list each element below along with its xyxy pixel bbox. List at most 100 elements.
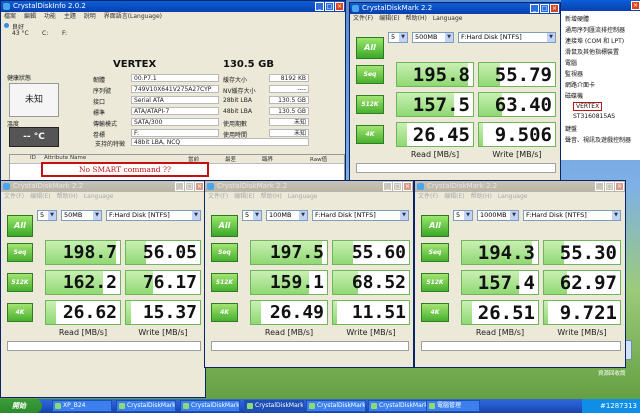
maximize-icon[interactable]: □: [393, 182, 402, 191]
device-tree-item[interactable]: 新增硬體: [565, 14, 589, 23]
menu-edit[interactable]: 编辑(E): [30, 193, 50, 200]
test-button-2[interactable]: 4K: [421, 303, 449, 322]
menu-edit[interactable]: 编辑(E): [444, 193, 464, 200]
minimize-icon[interactable]: _: [530, 4, 539, 13]
device-tree-item[interactable]: 監視器: [565, 69, 583, 78]
close-icon[interactable]: ×: [335, 2, 344, 11]
drive-select[interactable]: F:Hard Disk [NTFS] ▼: [312, 210, 409, 221]
taskbar-item[interactable]: CrystalDiskMark 2.2: [116, 400, 176, 412]
drive-select[interactable]: F:Hard Disk [NTFS] ▼: [523, 210, 621, 221]
device-tree-item[interactable]: 網路介面卡: [565, 80, 595, 89]
device-tree-item[interactable]: 通用序列匯流排控制器: [565, 25, 625, 34]
minimize-icon[interactable]: _: [383, 182, 392, 191]
column-header[interactable]: Raw值: [310, 155, 327, 163]
minimize-icon[interactable]: _: [175, 182, 184, 191]
menu-language[interactable]: 界面語言(Language): [104, 13, 162, 20]
start-button[interactable]: 開始: [0, 399, 42, 413]
device-tree-item[interactable]: 聲音、視訊及遊戲控制器: [565, 135, 631, 144]
menu-file[interactable]: 文件(F): [418, 193, 438, 200]
field-label: 接口: [93, 99, 106, 106]
all-button[interactable]: All: [211, 215, 238, 237]
taskbar-item[interactable]: CrystalDiskMark 2.2: [180, 400, 240, 412]
menu-edit[interactable]: 編輯: [24, 13, 36, 20]
taskbar-item[interactable]: XP_B24: [52, 400, 112, 412]
menu-theme[interactable]: 主題: [64, 13, 76, 20]
test-button-2[interactable]: 4K: [211, 303, 238, 322]
menu-language[interactable]: Language: [433, 15, 463, 22]
device-tree-item[interactable]: 滑鼠及其他指標裝置: [565, 47, 619, 56]
test-button-1[interactable]: 512K: [356, 95, 384, 114]
device-tree-item[interactable]: VERTEX: [573, 102, 603, 111]
device-tree-item[interactable]: ST3160815AS: [573, 113, 615, 120]
menu-file[interactable]: 檔案: [4, 13, 16, 20]
read-value: 195.8: [412, 63, 470, 86]
all-button[interactable]: All: [7, 215, 33, 237]
size-select[interactable]: 100MB ▼: [266, 210, 308, 221]
chevron-down-icon: ▼: [445, 33, 453, 42]
write-value: 55.60: [351, 242, 406, 263]
test-button-0[interactable]: Seq: [356, 65, 384, 84]
menu-file[interactable]: 文件(F): [353, 15, 373, 22]
close-icon[interactable]: ×: [195, 182, 204, 191]
all-button[interactable]: All: [356, 37, 384, 59]
read-value: 197.5: [269, 242, 324, 263]
menu-language[interactable]: Language: [84, 193, 114, 200]
device-tree-item[interactable]: 電腦: [565, 58, 577, 67]
device-tree-item[interactable]: 鍵盤: [565, 124, 577, 133]
taskbar-item[interactable]: CrystalDiskMark 2.2: [368, 400, 428, 412]
maximize-icon[interactable]: □: [325, 2, 334, 11]
test-button-0[interactable]: Seq: [211, 243, 238, 262]
test-button-2[interactable]: 4K: [356, 125, 384, 144]
menu-language[interactable]: Language: [498, 193, 528, 200]
column-header[interactable]: Attribute Name: [44, 155, 86, 161]
size-select[interactable]: 1000MB ▼: [477, 210, 519, 221]
close-icon[interactable]: ×: [403, 182, 412, 191]
drive-tab[interactable]: 良好 43 °C C: F:: [4, 23, 74, 45]
menu-edit[interactable]: 编辑(E): [234, 193, 254, 200]
test-button-1[interactable]: 512K: [211, 273, 238, 292]
count-select[interactable]: 5 ▼: [388, 32, 408, 43]
column-header[interactable]: 臨界: [262, 155, 273, 163]
column-header[interactable]: 最差: [225, 155, 236, 163]
minimize-icon[interactable]: _: [595, 182, 604, 191]
temp-value: -- °C: [23, 132, 45, 142]
menu-help[interactable]: 說明: [84, 13, 96, 20]
taskbar-item[interactable]: CrystalDiskMark 2.2: [306, 400, 366, 412]
device-tree-item[interactable]: 磁碟機: [565, 91, 583, 100]
count-select[interactable]: 5 ▼: [37, 210, 57, 221]
menu-edit[interactable]: 编辑(E): [379, 15, 399, 22]
close-icon[interactable]: ×: [631, 1, 640, 10]
menu-help[interactable]: 帮助(H): [471, 193, 492, 200]
close-icon[interactable]: ×: [615, 182, 624, 191]
menu-help[interactable]: 帮助(H): [406, 15, 427, 22]
maximize-icon[interactable]: □: [605, 182, 614, 191]
test-button-1[interactable]: 512K: [7, 273, 33, 292]
count-select[interactable]: 5 ▼: [242, 210, 262, 221]
menu-function[interactable]: 功能: [44, 13, 56, 20]
maximize-icon[interactable]: □: [540, 4, 549, 13]
all-button[interactable]: All: [421, 215, 449, 237]
minimize-icon[interactable]: _: [315, 2, 324, 11]
menu-help[interactable]: 帮助(H): [261, 193, 282, 200]
drive-select[interactable]: F:Hard Disk [NTFS] ▼: [106, 210, 201, 221]
maximize-icon[interactable]: □: [185, 182, 194, 191]
device-tree-item[interactable]: 連接埠 (COM 和 LPT): [565, 36, 624, 45]
menu-file[interactable]: 文件(F): [208, 193, 228, 200]
system-tray: #1287313: [582, 399, 640, 413]
count-select[interactable]: 5 ▼: [453, 210, 473, 221]
menu-language[interactable]: Language: [288, 193, 318, 200]
column-header[interactable]: ID: [30, 155, 36, 161]
menu-file[interactable]: 文件(F): [4, 193, 24, 200]
test-button-0[interactable]: Seq: [7, 243, 33, 262]
taskbar-item[interactable]: CrystalDiskMark 2.2: [244, 400, 304, 412]
size-select[interactable]: 500MB ▼: [412, 32, 454, 43]
drive-select[interactable]: F:Hard Disk [NTFS] ▼: [458, 32, 556, 43]
size-select[interactable]: 50MB ▼: [61, 210, 102, 221]
test-button-2[interactable]: 4K: [7, 303, 33, 322]
close-icon[interactable]: ×: [550, 4, 559, 13]
taskbar-item[interactable]: 電腦管理: [426, 400, 480, 412]
test-button-0[interactable]: Seq: [421, 243, 449, 262]
menu-help[interactable]: 帮助(H): [57, 193, 78, 200]
test-button-1[interactable]: 512K: [421, 273, 449, 292]
field-label: 標準: [93, 110, 106, 117]
